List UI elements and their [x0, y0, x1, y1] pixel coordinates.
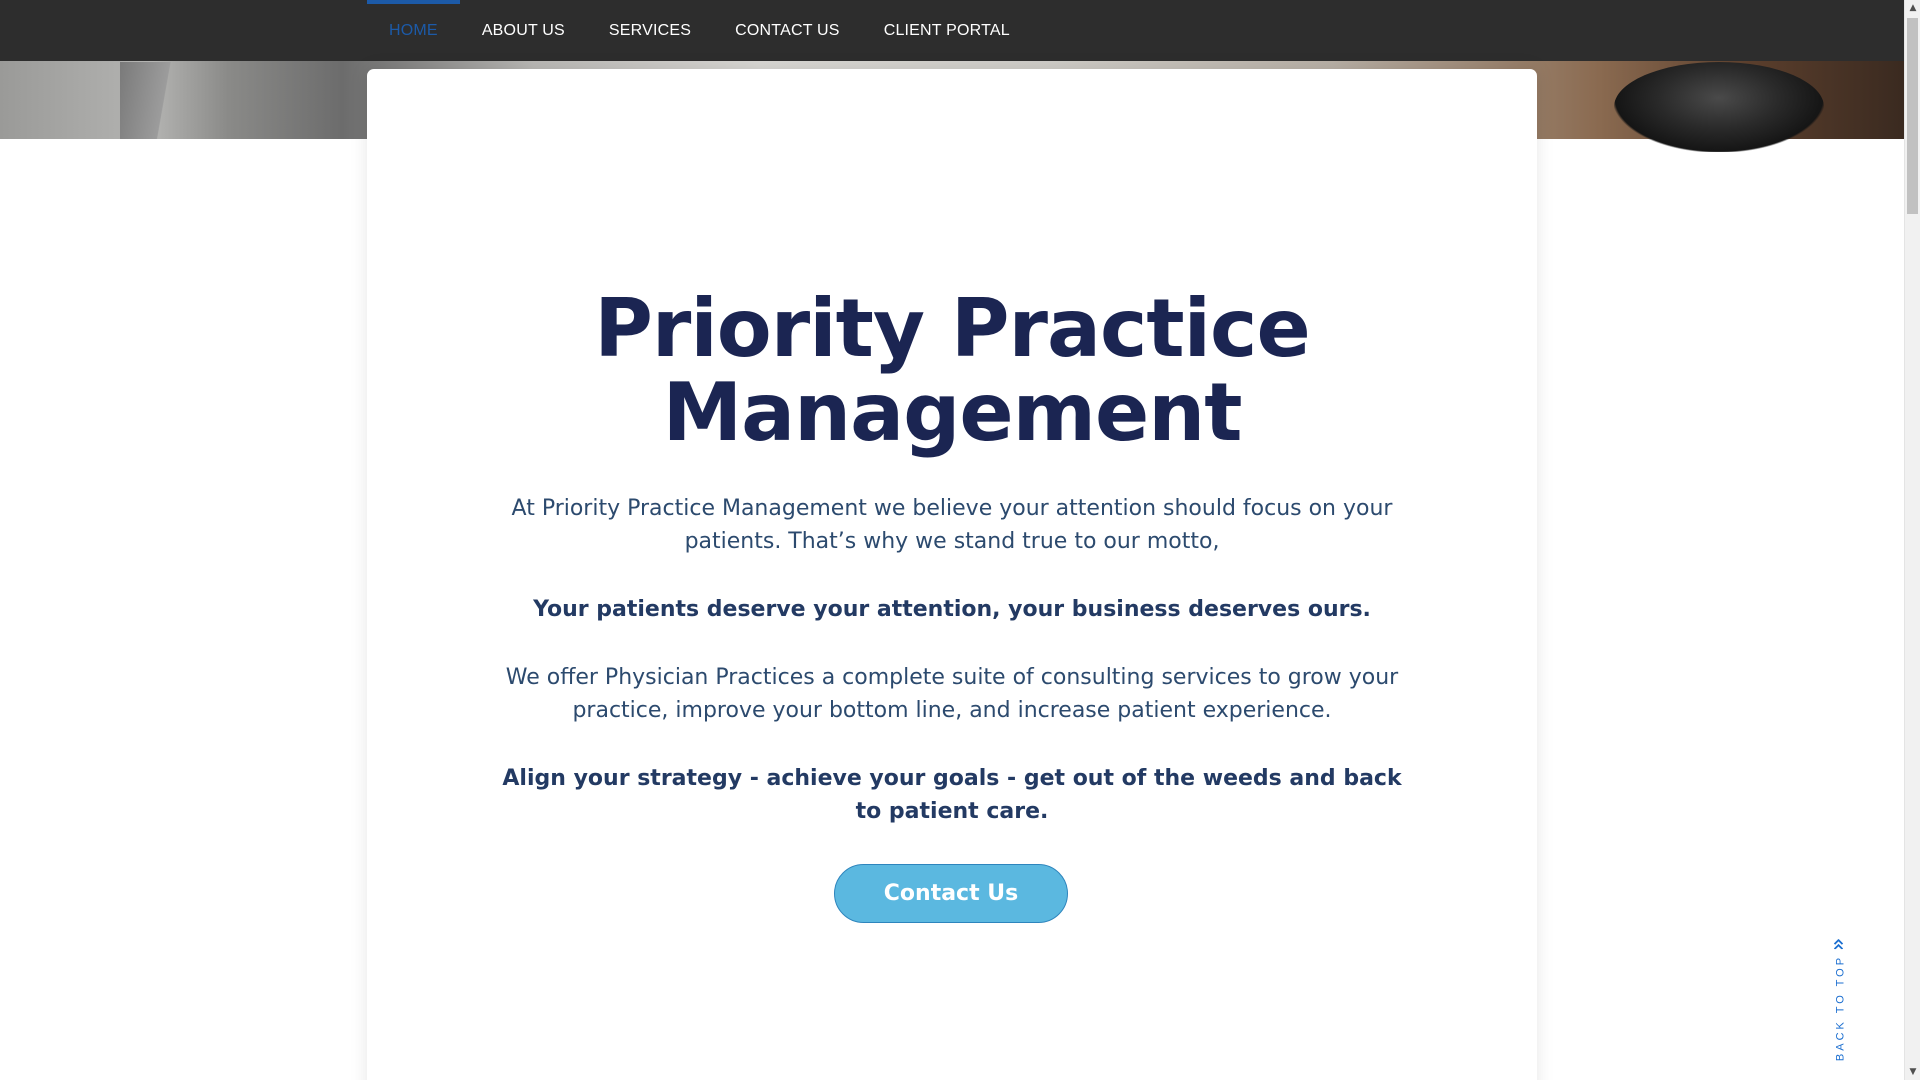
page-title-line-2: Management: [662, 366, 1243, 459]
scroll-up-arrow-icon[interactable]: ▲: [1905, 0, 1920, 16]
hero-background-shape: [120, 62, 190, 139]
vertical-scrollbar[interactable]: ▲ ▼: [1904, 0, 1920, 1080]
intro-paragraph: At Priority Practice Management we belie…: [511, 496, 1393, 554]
tagline-text: Align your strategy - achieve your goals…: [502, 766, 1402, 824]
motto-text: Your patients deserve your attention, yo…: [533, 597, 1371, 622]
page-title: Priority Practice Management: [367, 287, 1537, 455]
back-to-top-text: BACK TO TOP: [1834, 954, 1846, 1062]
scroll-down-arrow-icon[interactable]: ▼: [1905, 1064, 1920, 1080]
nav-item-client-portal[interactable]: CLIENT PORTAL: [862, 0, 1032, 61]
nav-item-about-us[interactable]: ABOUT US: [460, 0, 587, 61]
scrollbar-thumb[interactable]: [1907, 18, 1918, 214]
hero-background-cup: [1614, 62, 1824, 152]
top-navigation-bar: HOME ABOUT US SERVICES CONTACT US CLIENT…: [0, 0, 1904, 61]
content-card: Priority Practice Management At Priority…: [367, 69, 1537, 1080]
back-to-top-link[interactable]: BACK TO TOP: [1828, 938, 1852, 1062]
services-paragraph: We offer Physician Practices a complete …: [505, 665, 1399, 723]
nav-item-services[interactable]: SERVICES: [587, 0, 713, 61]
page-title-line-1: Priority Practice: [594, 282, 1310, 375]
nav-menu: HOME ABOUT US SERVICES CONTACT US CLIENT…: [367, 0, 1032, 61]
double-chevron-up-icon: [1833, 938, 1848, 950]
nav-item-contact-us[interactable]: CONTACT US: [713, 0, 862, 61]
back-to-top-label-wrap: BACK TO TOP: [1833, 938, 1848, 1062]
nav-item-home[interactable]: HOME: [367, 0, 460, 61]
contact-us-button[interactable]: Contact Us: [834, 864, 1068, 923]
page: HOME ABOUT US SERVICES CONTACT US CLIENT…: [0, 0, 1920, 1080]
